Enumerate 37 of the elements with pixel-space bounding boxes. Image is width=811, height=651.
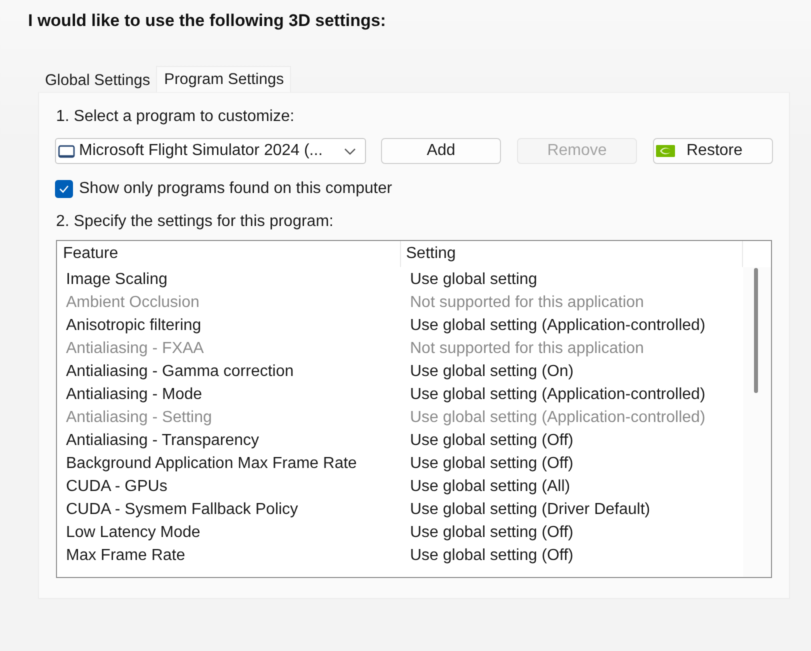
setting-value[interactable]: Use global setting (Driver Default) [401, 500, 650, 518]
feature-name[interactable]: Anisotropic filtering [57, 316, 401, 334]
feature-name[interactable]: Antialiasing - Gamma correction [57, 362, 401, 380]
feature-name[interactable]: Max Frame Rate [57, 546, 401, 564]
feature-name[interactable]: Antialiasing - Transparency [57, 432, 401, 450]
checkbox[interactable] [55, 180, 73, 198]
column-header[interactable]: Setting [401, 241, 743, 267]
setting-value[interactable]: Use global setting (Off) [401, 454, 574, 472]
checkmark-icon [59, 185, 69, 193]
section-label: 2. Specify the settings for this program: [56, 212, 334, 232]
setting-value[interactable]: Use global setting (All) [401, 478, 570, 496]
feature-name[interactable]: Antialiasing - Mode [57, 386, 401, 404]
column-header[interactable]: Feature [57, 241, 401, 267]
logo-icon [656, 145, 675, 157]
page-heading: I would like to use the following 3D settings: [27, 10, 387, 30]
setting-value[interactable]: Use global setting (Off) [401, 432, 574, 450]
tab[interactable]: Program Settings [156, 66, 291, 92]
feature-name[interactable]: Low Latency Mode [57, 524, 401, 542]
program-dropdown[interactable]: Microsoft Flight Simulator 2024 (... [55, 138, 366, 164]
setting-value[interactable]: Use global setting (Application-controlled) [401, 386, 706, 404]
setting-value[interactable]: Use global setting (On) [401, 362, 574, 380]
tab[interactable]: Global Settings [38, 68, 156, 92]
setting-value[interactable]: Use global setting (Application-controlled) [401, 316, 706, 334]
feature-name[interactable]: Background Application Max Frame Rate [57, 454, 401, 472]
feature-name[interactable]: CUDA - GPUs [57, 478, 401, 496]
setting-value[interactable]: Use global setting [401, 270, 538, 288]
push-button[interactable]: Restore [653, 138, 773, 164]
section-label: 1. Select a program to customize: [56, 107, 296, 127]
push-button[interactable]: Add [381, 138, 501, 164]
scrollbar-thumb[interactable] [754, 268, 758, 393]
setting-value[interactable]: Use global setting (Off) [401, 524, 574, 542]
feature-name[interactable]: Image Scaling [57, 270, 401, 288]
checkbox-label[interactable]: Show only programs found on this computer [79, 179, 392, 199]
feature-name[interactable]: CUDA - Sysmem Fallback Policy [57, 500, 401, 518]
setting-value[interactable]: Use global setting (Off) [401, 546, 574, 564]
window-icon [58, 144, 75, 158]
chevron-down-icon [344, 148, 356, 154]
